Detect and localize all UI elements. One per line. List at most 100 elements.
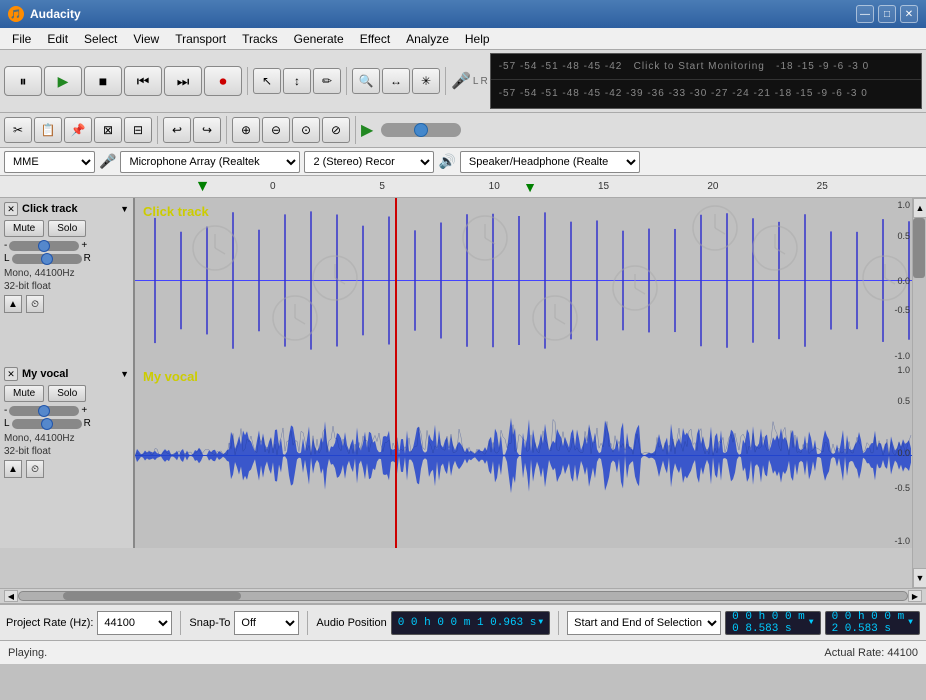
vocal-menu-button[interactable]: ⏲ bbox=[26, 460, 44, 478]
playback-speed-slider[interactable] bbox=[381, 123, 461, 137]
vu-monitor-bar[interactable]: ‑57 ‑54 ‑51 ‑48 ‑45 ‑42 Click to Start M… bbox=[491, 54, 921, 80]
undo-button[interactable]: ↩ bbox=[163, 117, 191, 143]
pause-button[interactable]: ⏸ bbox=[4, 66, 42, 96]
skip-end-button[interactable]: ⏭ bbox=[164, 66, 202, 96]
click-track-waveform[interactable]: 1.0 0.5 0.0 ‑0.5 ‑1.0 Click track bbox=[135, 198, 912, 363]
maximize-button[interactable]: □ bbox=[878, 5, 896, 23]
menu-select[interactable]: Select bbox=[76, 30, 125, 48]
vocal-pan-slider[interactable] bbox=[12, 419, 82, 429]
stop-button[interactable]: ■ bbox=[84, 66, 122, 96]
sel-start-display[interactable]: 0 0 h 0 0 m 0 8.583 s ▼ bbox=[725, 611, 820, 635]
click-track-dropdown[interactable]: ▼ bbox=[120, 204, 129, 214]
ruler-tick-5: 5 bbox=[379, 181, 385, 192]
menu-view[interactable]: View bbox=[125, 30, 167, 48]
vocal-track-footer: ▲ ⏲ bbox=[4, 460, 129, 478]
close-button[interactable]: ✕ bbox=[900, 5, 918, 23]
redo-button[interactable]: ↪ bbox=[193, 117, 221, 143]
scroll-down-arrow[interactable]: ▼ bbox=[913, 568, 926, 588]
menu-tracks[interactable]: Tracks bbox=[234, 30, 286, 48]
sel-end-value: 0 0 h 0 0 m 2 0.583 s bbox=[832, 611, 907, 635]
menu-generate[interactable]: Generate bbox=[286, 30, 352, 48]
vocal-track-waveform[interactable]: 1.0 0.5 0.0 ‑0.5 ‑1.0 My vocal bbox=[135, 363, 912, 548]
vocal-track-dropdown[interactable]: ▼ bbox=[120, 369, 129, 379]
sep6 bbox=[355, 116, 356, 144]
play-button[interactable]: ▶ bbox=[44, 66, 82, 96]
sel-start-value: 0 0 h 0 0 m 0 8.583 s bbox=[732, 611, 807, 635]
minimize-button[interactable]: — bbox=[856, 5, 874, 23]
audio-host-select[interactable]: MME DirectSound WASAPI bbox=[4, 151, 95, 173]
menu-transport[interactable]: Transport bbox=[167, 30, 234, 48]
click-gain-slider[interactable] bbox=[9, 241, 79, 251]
fit-tool[interactable]: ↔ bbox=[382, 68, 410, 94]
envelope-tool[interactable]: ↕ bbox=[283, 68, 311, 94]
vocal-gain-slider[interactable] bbox=[9, 406, 79, 416]
menu-analyze[interactable]: Analyze bbox=[398, 30, 457, 48]
trim-button[interactable]: ⊠ bbox=[94, 117, 122, 143]
vocal-gain-minus: ‑ bbox=[4, 405, 7, 416]
paste-button[interactable]: 📌 bbox=[64, 117, 92, 143]
click-pan-slider[interactable] bbox=[12, 254, 82, 264]
vocal-collapse-button[interactable]: ▲ bbox=[4, 460, 22, 478]
click-solo-button[interactable]: Solo bbox=[48, 220, 86, 237]
scroll-left-arrow[interactable]: ◀ bbox=[4, 590, 18, 602]
vocal-track-controls: ✕ My vocal ▼ Mute Solo ‑ + L R bbox=[0, 363, 135, 548]
sep5 bbox=[226, 116, 227, 144]
vocal-scale-mid: 0.0 bbox=[897, 448, 910, 458]
vocal-track-close[interactable]: ✕ bbox=[4, 367, 18, 381]
click-scale-m5: ‑0.5 bbox=[894, 305, 910, 315]
horizontal-scroll-track[interactable] bbox=[18, 591, 908, 601]
click-collapse-button[interactable]: ▲ bbox=[4, 295, 22, 313]
vocal-track-info: Mono, 44100Hz32-bit float bbox=[4, 432, 129, 458]
vocal-scale-bot: ‑1.0 bbox=[894, 536, 910, 546]
zoom-fit-button[interactable]: ⊙ bbox=[292, 117, 320, 143]
ruler-scale[interactable]: 051015202530▼ bbox=[270, 176, 926, 197]
menu-file[interactable]: File bbox=[4, 30, 39, 48]
scroll-thumb[interactable] bbox=[913, 218, 925, 278]
vocal-solo-button[interactable]: Solo bbox=[48, 385, 86, 402]
sel-start-arrow: ▼ bbox=[809, 618, 814, 627]
sel-end-display[interactable]: 0 0 h 0 0 m 2 0.583 s ▼ bbox=[825, 611, 920, 635]
audio-position-display[interactable]: 0 0 h 0 0 m 1 0.963 s ▼ bbox=[391, 611, 550, 635]
snap-select[interactable]: Off Nearest Prior bbox=[234, 611, 299, 635]
cut-button[interactable]: ✂ bbox=[4, 117, 32, 143]
scroll-up-arrow[interactable]: ▲ bbox=[913, 198, 926, 218]
silence-button[interactable]: ⊟ bbox=[124, 117, 152, 143]
skip-start-button[interactable]: ⏮ bbox=[124, 66, 162, 96]
multi-tool[interactable]: ✳ bbox=[412, 68, 440, 94]
sel-type-select[interactable]: Start and End of Selection Start and Len… bbox=[567, 611, 721, 635]
vocal-mute-button[interactable]: Mute bbox=[4, 385, 44, 402]
mic-device-select[interactable]: Microphone Array (Realtek bbox=[120, 151, 300, 173]
speaker-device-select[interactable]: Speaker/Headphone (Realte bbox=[460, 151, 640, 173]
click-pan-l: L bbox=[4, 253, 10, 264]
project-rate-select[interactable]: 44100 22050 48000 96000 bbox=[97, 611, 172, 635]
menu-effect[interactable]: Effect bbox=[352, 30, 398, 48]
record-button[interactable]: ⏺ bbox=[204, 66, 242, 96]
bottom-controls: Project Rate (Hz): 44100 22050 48000 960… bbox=[0, 604, 926, 640]
horizontal-scroll-thumb[interactable] bbox=[63, 592, 241, 600]
click-pan-r: R bbox=[84, 253, 91, 264]
vu-playback-scale: ‑57 ‑54 ‑51 ‑48 ‑45 ‑42 ‑39 ‑36 ‑33 ‑30 … bbox=[499, 88, 868, 99]
zoom-in-button[interactable]: ⊕ bbox=[232, 117, 260, 143]
menu-help[interactable]: Help bbox=[457, 30, 498, 48]
click-scale-bot: ‑1.0 bbox=[894, 351, 910, 361]
channels-select[interactable]: 2 (Stereo) Recor 1 (Mono) bbox=[304, 151, 434, 173]
titlebar-controls: — □ ✕ bbox=[856, 5, 918, 23]
selection-tool[interactable]: ↖ bbox=[253, 68, 281, 94]
menu-edit[interactable]: Edit bbox=[39, 30, 76, 48]
click-track-close[interactable]: ✕ bbox=[4, 202, 18, 216]
click-gain-minus: ‑ bbox=[4, 240, 7, 251]
scroll-right-arrow[interactable]: ▶ bbox=[908, 590, 922, 602]
mic-icon: 🎤 bbox=[451, 71, 471, 91]
zoom-in-tool[interactable]: 🔍 bbox=[352, 68, 380, 94]
zoom-sel-button[interactable]: ⊘ bbox=[322, 117, 350, 143]
playback-icon: ▶ bbox=[361, 120, 373, 140]
copy-button[interactable]: 📋 bbox=[34, 117, 62, 143]
draw-tool[interactable]: ✏ bbox=[313, 68, 341, 94]
vocal-scale-p5: 0.5 bbox=[897, 396, 910, 406]
vocal-scale-top: 1.0 bbox=[897, 365, 910, 375]
click-menu-button[interactable]: ⏲ bbox=[26, 295, 44, 313]
click-mute-button[interactable]: Mute bbox=[4, 220, 44, 237]
zoom-out-button[interactable]: ⊖ bbox=[262, 117, 290, 143]
vocal-track-header: ✕ My vocal ▼ bbox=[4, 367, 129, 381]
vertical-scrollbar[interactable]: ▲ ▼ bbox=[912, 198, 926, 588]
